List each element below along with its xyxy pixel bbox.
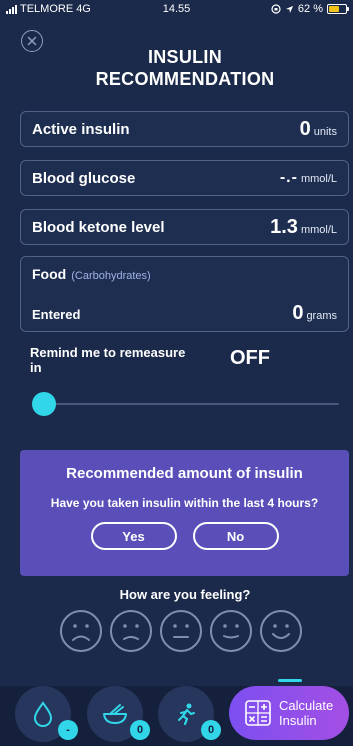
active-insulin-label: Active insulin <box>32 120 130 138</box>
lock-rotation-icon <box>271 4 281 14</box>
feeling-label: How are you feeling? <box>119 587 251 602</box>
active-insulin-value-group: 0 units <box>300 118 337 141</box>
title-line-1: INSULIN <box>147 47 223 67</box>
blood-ketone-unit: mmol/L <box>300 223 337 236</box>
battery-icon <box>327 4 349 14</box>
feeling-faces <box>59 609 303 653</box>
food-bowl-icon <box>103 704 127 724</box>
food-title: Food (Carbohydrates) <box>32 266 337 282</box>
happy-face-icon[interactable] <box>259 609 303 653</box>
active-insulin-unit: units <box>313 125 337 138</box>
recommendation-question: Have you taken insulin within the last 4… <box>50 496 319 510</box>
remind-slider-track[interactable] <box>34 403 339 405</box>
food-value: 0 <box>292 302 304 324</box>
calculate-insulin-button[interactable]: Calculate Insulin <box>229 686 349 740</box>
activity-badge: 0 <box>201 720 221 740</box>
recommendation-title: Recommended amount of insulin <box>66 465 303 482</box>
blood-glucose-value-group: -.- mmol/L <box>280 169 337 187</box>
drop-icon <box>33 701 53 727</box>
active-tab-indicator <box>278 679 302 682</box>
food-value-group: 0 grams <box>292 302 337 325</box>
calculator-icon <box>245 700 271 726</box>
food-badge: 0 <box>130 720 150 740</box>
blood-ketone-label: Blood ketone level <box>32 218 165 236</box>
blood-glucose-value: -.- <box>279 169 298 186</box>
bottom-nav: - 0 0 Calculate Insulin <box>0 686 353 746</box>
status-bar: TELMORE 4G 14.55 62 % <box>0 0 353 18</box>
glucose-badge: - <box>58 720 78 740</box>
recommendation-panel: Recommended amount of insulin Have you t… <box>20 450 349 576</box>
recommendation-buttons: Yes No <box>20 522 349 550</box>
calculate-label-line-2: Insulin <box>279 713 317 728</box>
blood-glucose-card[interactable]: Blood glucose -.- mmol/L <box>20 160 349 196</box>
food-entered-row: Entered 0 grams <box>32 302 337 325</box>
food-entered-label: Entered <box>32 307 81 322</box>
blood-glucose-label: Blood glucose <box>32 169 136 187</box>
no-button[interactable]: No <box>192 522 279 550</box>
sad-face-icon[interactable] <box>109 609 153 653</box>
calculate-insulin-label: Calculate Insulin <box>279 698 333 728</box>
running-icon <box>178 703 195 726</box>
status-right: 62 % <box>271 3 349 15</box>
active-insulin-value: 0 <box>299 117 311 140</box>
page-title: INSULIN RECOMMENDATION <box>60 46 310 90</box>
blood-glucose-unit: mmol/L <box>300 173 337 185</box>
location-icon <box>285 5 294 13</box>
close-button[interactable] <box>21 30 43 52</box>
title-line-2: RECOMMENDATION <box>95 69 275 89</box>
food-sublabel: (Carbohydrates) <box>71 270 151 282</box>
remind-value: OFF <box>230 347 270 369</box>
battery-percent: 62 % <box>297 3 323 15</box>
content-face-icon[interactable] <box>209 609 253 653</box>
remind-slider-handle[interactable] <box>32 392 56 416</box>
neutral-face-icon[interactable] <box>159 609 203 653</box>
blood-ketone-card[interactable]: Blood ketone level 1.3 mmol/L <box>20 209 349 245</box>
food-card[interactable]: Food (Carbohydrates) Entered 0 grams <box>20 256 349 332</box>
blood-ketone-value-group: 1.3 mmol/L <box>270 216 337 239</box>
very-sad-face-icon[interactable] <box>59 609 103 653</box>
remind-label: Remind me to remeasure in <box>30 345 186 375</box>
calculate-label-line-1: Calculate <box>279 698 334 713</box>
yes-button[interactable]: Yes <box>90 522 177 550</box>
food-unit: grams <box>306 310 337 322</box>
blood-ketone-value: 1.3 <box>270 215 298 238</box>
food-label: Food <box>32 266 67 282</box>
active-insulin-card[interactable]: Active insulin 0 units <box>20 111 349 147</box>
close-icon <box>27 36 37 46</box>
